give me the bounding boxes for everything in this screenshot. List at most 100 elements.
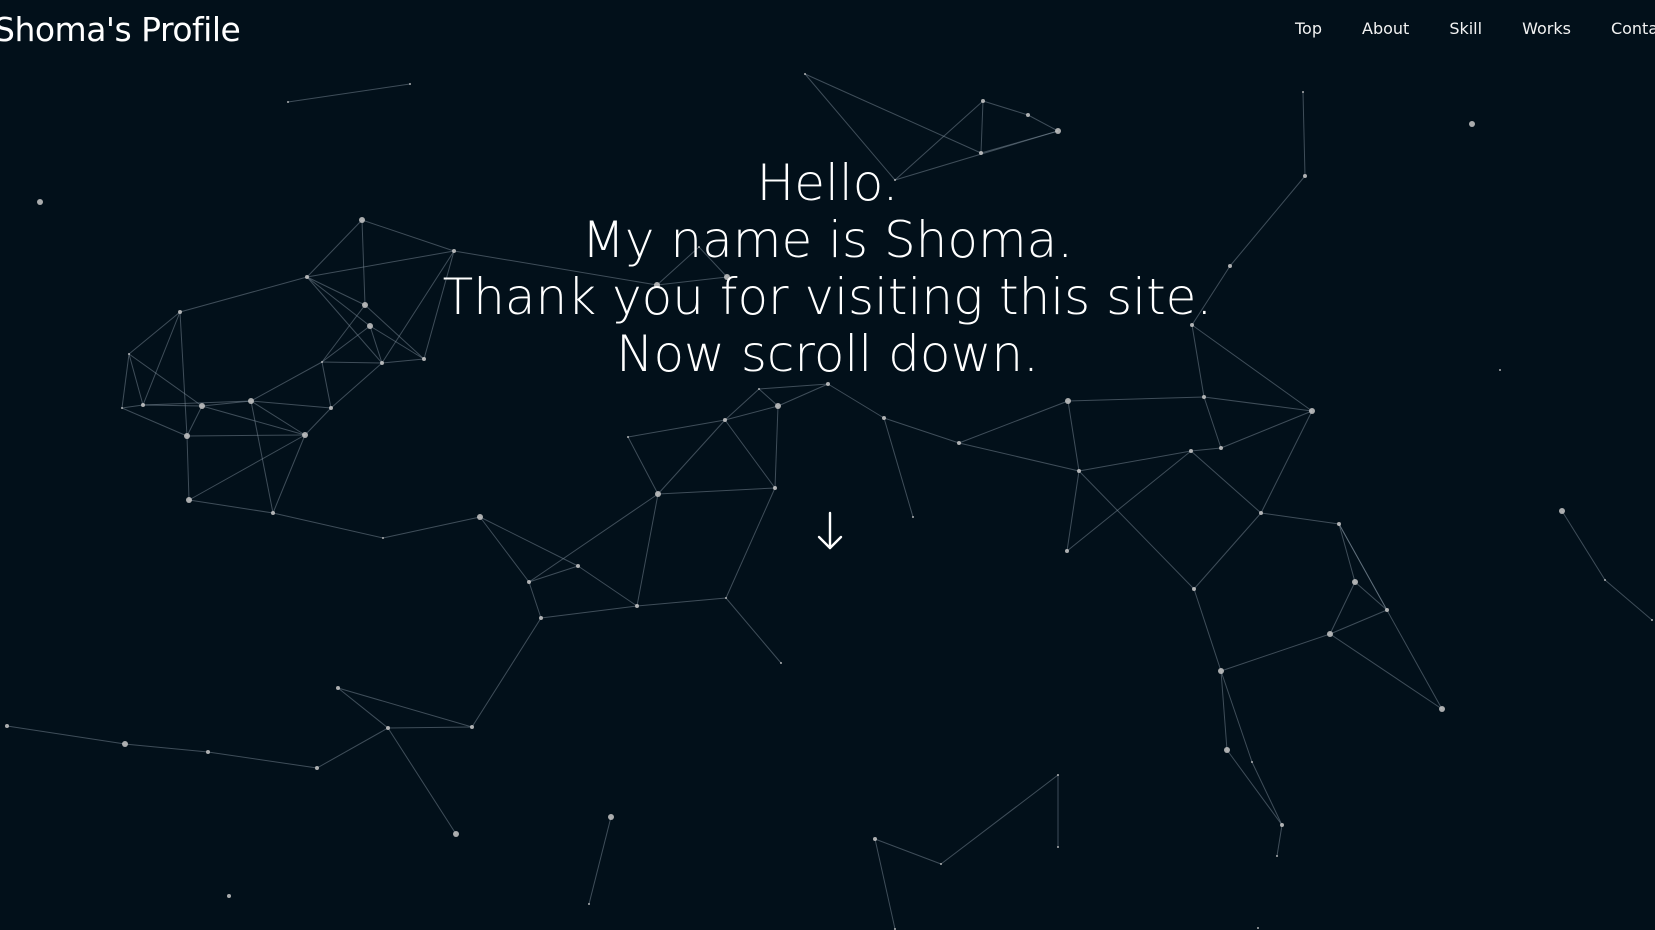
particle-link (1251, 761, 1283, 826)
particle-link (636, 493, 659, 607)
particle-link (1190, 450, 1262, 514)
particle-link (188, 499, 274, 514)
particle-dot (1057, 846, 1059, 848)
particle-dot (1309, 408, 1315, 414)
particle-dot (477, 514, 483, 520)
particle-link (1078, 450, 1192, 472)
particle-network-background (5, 73, 1653, 930)
particle-link (382, 516, 481, 539)
nav-item-works[interactable]: Works (1522, 19, 1571, 38)
particle-dot (912, 516, 914, 518)
particle-dot (248, 398, 254, 404)
particle-link (1276, 824, 1283, 857)
particle-dot (780, 662, 782, 664)
particle-dot (940, 863, 942, 865)
particle-dot (315, 766, 319, 770)
particle-dot (1280, 823, 1284, 827)
particle-dot (527, 580, 531, 584)
particle-link (479, 516, 530, 583)
particle-dot (1055, 128, 1061, 134)
arrow-down-icon[interactable] (815, 510, 845, 554)
particle-dot (758, 388, 760, 390)
particle-link (186, 434, 306, 437)
nav-item-skill[interactable]: Skill (1449, 19, 1482, 38)
particle-dot (1352, 579, 1358, 585)
particle-link (827, 383, 885, 419)
nav-item-about[interactable]: About (1362, 19, 1409, 38)
particle-dot (141, 403, 145, 407)
particle-link (337, 687, 473, 728)
particle-dot (1559, 508, 1565, 514)
particle-link (1193, 512, 1262, 590)
hero-line-scroll: Now scroll down. (616, 325, 1039, 383)
particle-link (304, 407, 332, 436)
hero-line-name: My name is Shoma. (581, 211, 1074, 269)
particle-link (316, 727, 389, 769)
particle-link (1260, 512, 1340, 525)
particle-link (1561, 510, 1606, 581)
particle-dot (186, 497, 192, 503)
particle-link (1338, 523, 1356, 583)
particle-dot (1218, 668, 1224, 674)
particle-dot (409, 83, 411, 85)
particle-link (1027, 114, 1059, 132)
particle-link (577, 565, 638, 607)
particle-dot (588, 903, 590, 905)
particle-dot (1077, 469, 1081, 473)
particle-link (883, 417, 960, 444)
particle-link (471, 617, 542, 728)
particle-link (1066, 450, 1192, 552)
particle-dot (627, 436, 629, 438)
particle-dot (336, 686, 340, 690)
particle-link (627, 419, 726, 438)
particle-dot (1219, 446, 1223, 450)
particle-dot (1257, 927, 1259, 929)
hero-line-thanks: Thank you for visiting this site. (442, 268, 1213, 326)
particle-dot (386, 726, 390, 730)
particle-link (636, 597, 727, 607)
particle-dot (1327, 631, 1333, 637)
particle-dot (1192, 587, 1196, 591)
particle-dot (1057, 774, 1059, 776)
particle-link (1354, 581, 1388, 611)
nav-item-contact[interactable]: Contact (1611, 19, 1655, 38)
particle-link (958, 442, 1080, 472)
particle-link (1329, 633, 1443, 710)
particle-link (1193, 588, 1222, 672)
particle-link (1220, 633, 1331, 672)
particle-link (1078, 470, 1195, 590)
particle-link (250, 400, 274, 514)
particle-link (250, 400, 306, 436)
particle-dot (1259, 511, 1263, 515)
particle-dot (804, 73, 806, 75)
nav-item-top[interactable]: Top (1295, 19, 1322, 38)
particle-dot (382, 537, 384, 539)
particle-link (387, 726, 473, 729)
particle-dot (1337, 522, 1341, 526)
site-title[interactable]: Shoma's Profile (0, 10, 241, 49)
particle-link (874, 838, 896, 930)
particle-link (272, 434, 306, 514)
particle-link (725, 597, 782, 664)
particle-link (1329, 581, 1356, 635)
particle-link (1226, 749, 1283, 826)
particle-link (287, 83, 411, 103)
particle-link (188, 434, 306, 501)
particle-link (121, 404, 144, 409)
particle-link (1338, 523, 1443, 710)
particle-link (758, 388, 779, 407)
particle-link (272, 512, 384, 539)
particle-dot (1302, 91, 1304, 93)
hero-line-hello: Hello. (756, 154, 899, 212)
particle-link (657, 419, 726, 495)
particle-link (627, 436, 659, 495)
particle-dot (470, 725, 474, 729)
particle-dot (184, 433, 190, 439)
particle-dot (206, 750, 210, 754)
particle-dot (1439, 706, 1445, 712)
particle-dot (302, 432, 308, 438)
particle-link (874, 838, 942, 865)
particle-link (387, 727, 457, 835)
particle-link (725, 487, 776, 599)
particle-dot (1065, 549, 1069, 553)
